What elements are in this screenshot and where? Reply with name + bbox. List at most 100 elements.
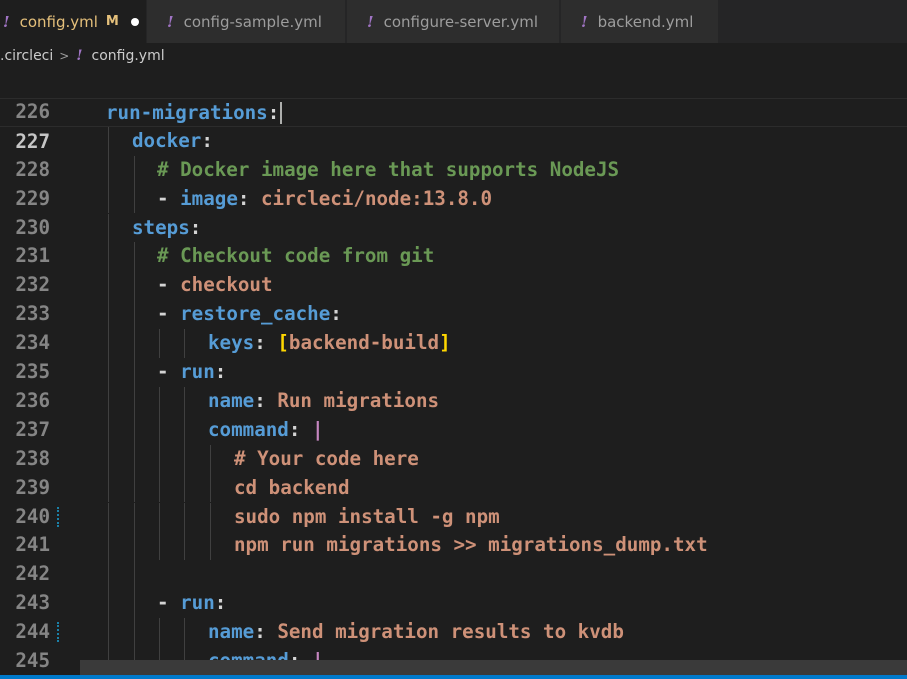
indent-guide: [108, 618, 109, 647]
indent-guide: [159, 531, 160, 561]
indent-guide: [134, 531, 135, 561]
yaml-value: circleci/node:13.8.0: [260, 186, 493, 210]
yaml-key: run: [180, 360, 215, 383]
modified-indicator: M: [105, 14, 119, 29]
code-line: 237 name: Run migrations: [0, 386, 907, 441]
yaml-bracket-close: ]: [439, 331, 451, 355]
yaml-colon: :: [201, 128, 213, 152]
code-line: 239 # Your code here: [0, 444, 907, 499]
yaml-colon: :: [288, 417, 312, 441]
yaml-dash: -: [157, 360, 181, 383]
yaml-value: Send migration results to kvdb: [277, 620, 624, 644]
tab-backend-yml[interactable]: ! backend.yml: [561, 0, 718, 43]
breadcrumb-file[interactable]: config.yml: [92, 48, 165, 64]
breadcrumb-folder[interactable]: .circleci: [0, 48, 53, 64]
indent-guide: [108, 589, 109, 619]
code-line: 243: [0, 560, 907, 614]
gutter-modified-indicator[interactable]: [57, 622, 59, 643]
code-line: 231 steps:: [0, 213, 907, 267]
yaml-value: checkout: [180, 273, 273, 297]
indent-guide: [108, 126, 109, 156]
yaml-block-indicator: |: [311, 417, 324, 441]
indent-guide: [210, 531, 211, 561]
code-editor[interactable]: 226 227 run-migrations: 228 docker: 229 …: [0, 69, 907, 675]
indent-guide: [134, 155, 135, 185]
tab-config-yml[interactable]: ! config.yml M: [0, 0, 146, 43]
indent-guide: [134, 560, 135, 590]
indent-guide: [184, 618, 185, 647]
yaml-key: image: [180, 186, 238, 210]
tab-configure-server-yml[interactable]: ! configure-server.yml: [347, 0, 559, 43]
yaml-dash: -: [157, 273, 181, 297]
yaml-key: name: [208, 620, 255, 644]
yaml-comment: # Checkout code from git: [157, 244, 435, 268]
indent-guide: [159, 444, 160, 474]
indent-guide: [159, 329, 160, 358]
yaml-key: restore_cache: [180, 302, 331, 326]
tab-label: configure-server.yml: [383, 12, 539, 31]
code-line: 230 - image: circleci/node:13.8.0: [0, 184, 907, 239]
yaml-icon: !: [367, 12, 374, 31]
yaml-comment: # Docker image here that supports NodeJS: [157, 157, 620, 181]
indent-guide: [159, 386, 160, 416]
code-line: 235 keys: [backend-build]: [0, 329, 907, 383]
code-line: 244 - run:: [0, 589, 907, 643]
indent-guide: [184, 531, 185, 561]
indent-guide: [108, 300, 109, 330]
indent-guide: [210, 444, 211, 474]
code-line: 236 - run:: [0, 358, 907, 412]
yaml-block-text: sudo npm install -g npm: [234, 504, 500, 528]
breadcrumb: .circleci > ! config.yml: [0, 43, 907, 69]
yaml-dash: -: [157, 186, 181, 210]
code-line: 242 npm run migrations >> migrations_dum…: [0, 531, 907, 585]
tab-config-sample-yml[interactable]: ! config-sample.yml: [147, 0, 345, 43]
tab-label: config-sample.yml: [183, 12, 322, 31]
yaml-key: steps: [132, 215, 190, 239]
tab-bar: ! config.yml M ! config-sample.yml ! con…: [0, 0, 907, 43]
yaml-colon: :: [254, 388, 278, 412]
yaml-value: backend-build: [288, 331, 440, 355]
yaml-block-text: npm run migrations >> migrations_dump.tx…: [234, 533, 708, 557]
indent-guide: [184, 329, 185, 358]
code-line: 228 docker:: [0, 126, 907, 181]
yaml-icon: !: [3, 12, 10, 31]
code-line: 229 # Docker image here that supports No…: [0, 155, 907, 210]
indent-guide: [134, 329, 135, 358]
indent-guide: [134, 415, 135, 445]
yaml-colon: :: [214, 360, 227, 383]
indent-guide: [108, 415, 109, 445]
yaml-key: run-migrations: [106, 100, 268, 124]
indent-guide: [108, 213, 109, 243]
horizontal-scrollbar[interactable]: [80, 660, 907, 675]
code-line: 226: [0, 69, 907, 123]
indent-guide: [184, 473, 185, 503]
indent-guide: [134, 444, 135, 474]
indent-guide: [108, 531, 109, 561]
yaml-colon: :: [254, 331, 278, 355]
unsaved-dot-icon[interactable]: [130, 17, 139, 26]
gutter-modified-indicator[interactable]: [57, 506, 59, 527]
indent-guide: [134, 618, 135, 647]
indent-guide: [210, 473, 211, 503]
indent-guide: [108, 271, 109, 301]
indent-guide: [184, 386, 185, 416]
code-line: 245 name: Send migration results to kvdb: [0, 618, 907, 672]
code-line: 232 # Checkout code from git: [0, 242, 907, 296]
indent-guide: [108, 386, 109, 416]
code-line-current: 227 run-migrations:: [0, 97, 907, 153]
yaml-colon: :: [254, 620, 278, 644]
yaml-dash: -: [157, 591, 181, 615]
indent-guide: [108, 155, 109, 185]
code-line: 233 - checkout: [0, 271, 907, 325]
text-cursor: [280, 102, 283, 125]
code-line: 234 - restore_cache:: [0, 300, 907, 354]
indent-guide: [184, 415, 185, 445]
yaml-key: docker: [132, 128, 202, 152]
indent-guide: [108, 242, 109, 272]
indent-guide: [159, 618, 160, 647]
indent-guide: [210, 502, 211, 532]
code-line: 238 command: |: [0, 415, 907, 470]
yaml-icon: !: [581, 12, 588, 31]
yaml-block-text: cd backend: [234, 475, 350, 499]
yaml-key: command: [208, 417, 289, 441]
